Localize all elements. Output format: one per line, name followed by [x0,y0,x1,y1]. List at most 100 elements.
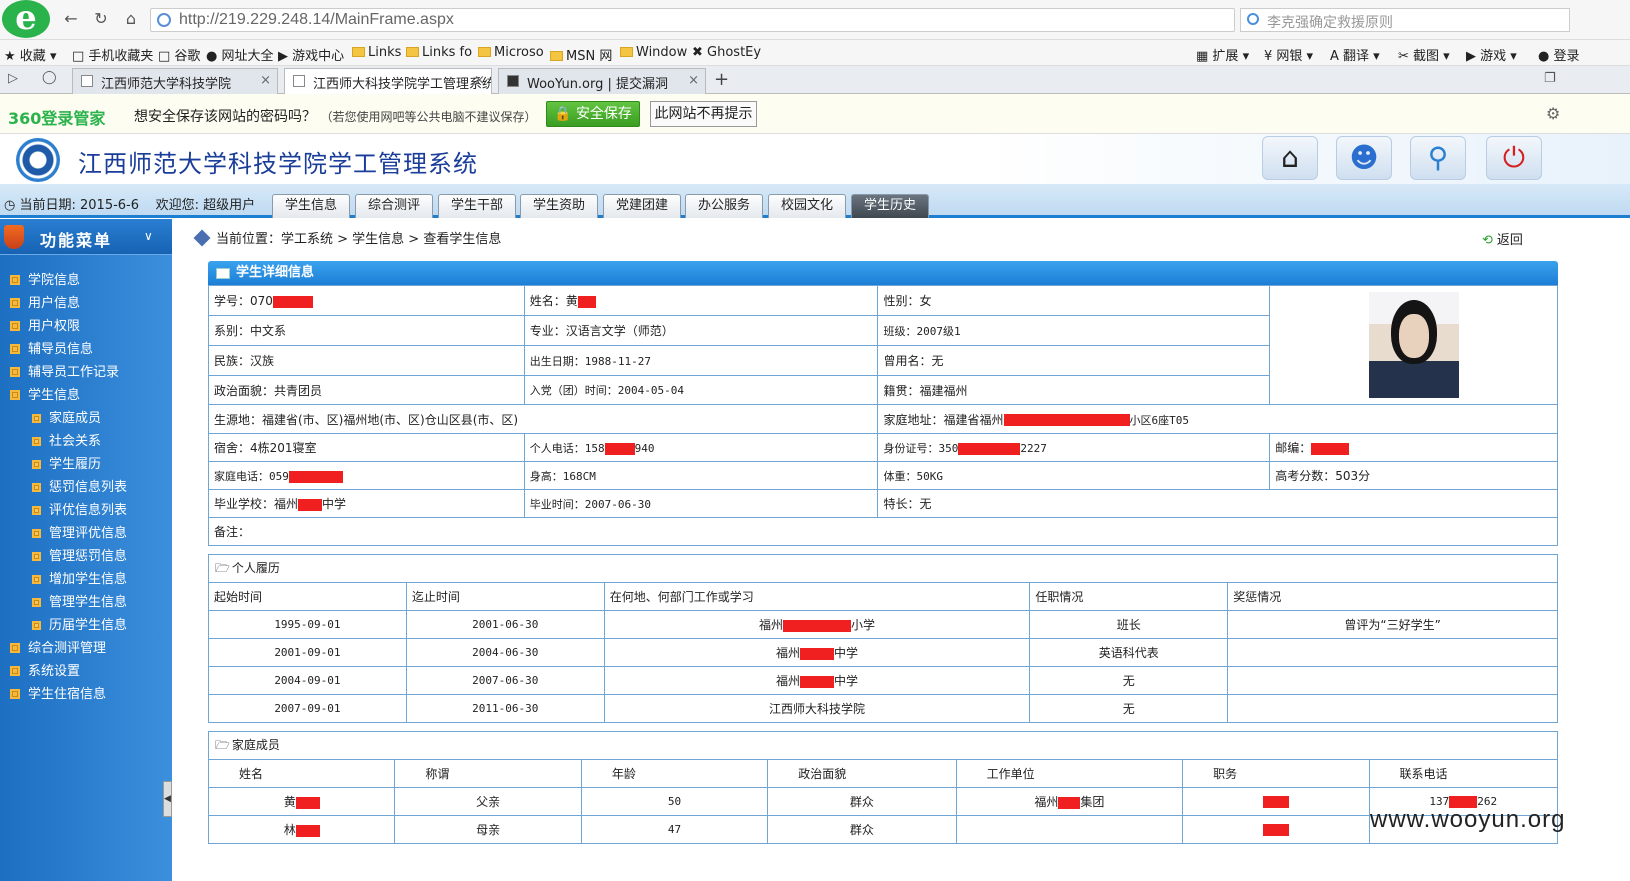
refresh-icon[interactable]: ↻ [90,8,112,30]
sidebar-item[interactable]: 学生信息 [10,384,80,403]
close-icon[interactable]: × [474,73,485,88]
tool-login[interactable]: ● 登录 [1538,45,1580,64]
family-header: 称谓 [394,759,582,788]
sidebar-item[interactable]: 辅导员信息 [10,338,93,357]
sidebar-item[interactable]: 增加学生信息 [32,568,127,587]
user-edit-icon[interactable]: ☻ [1336,136,1392,180]
breadcrumb-text: 当前位置：学工系统 > 学生信息 > 查看学生信息 [216,232,502,247]
resume-role: 班长 [1029,610,1229,639]
main-content: 当前位置：学工系统 > 学生信息 > 查看学生信息 ⟲ 返回 学生详细信息 学号：… [172,219,1630,881]
graduation-date: 毕业时间：2007-06-30 [523,489,879,518]
sidebar-item[interactable]: 系统设置 [10,660,80,679]
sidebar-item[interactable]: 评优信息列表 [32,499,127,518]
menu-tab-aid[interactable]: 学生资助 [520,194,598,218]
bookmark-item[interactable]: ✖ GhostEy [692,45,761,60]
tab-2[interactable]: 江西师大科技学院学工管理系统 × [284,68,492,95]
former-name: 曾用名：无 [877,345,1271,376]
sidebar-item[interactable]: 惩罚信息列表 [32,476,127,495]
resume-place-tail: 中学 [834,674,859,688]
tab-label: 江西师大科技学院学工管理系统 [313,77,492,92]
tab-1[interactable]: 江西师范大学科技学院 × [72,68,278,94]
bookmark-item[interactable]: □ 手机收藏夹 [72,45,153,64]
save-password-button[interactable]: 🔒 安全保存 [546,101,640,127]
close-icon[interactable]: × [688,73,699,88]
home-icon[interactable]: ⌂ [120,8,142,30]
menu-tab-evaluation[interactable]: 综合测评 [355,194,433,218]
bookmark-folder[interactable]: MSN 网 [550,45,612,64]
home-icon[interactable]: ⌂ [1262,136,1318,180]
menu-tab-history[interactable]: 学生历史 [851,194,929,218]
tool-extensions[interactable]: ▦ 扩展 ▾ [1196,45,1249,64]
sidebar-item[interactable]: 用户权限 [10,315,80,334]
bookmark-item[interactable]: ● 网址大全 [206,45,274,64]
family-header: 政治面貌 [767,759,957,788]
close-icon[interactable]: × [260,73,271,88]
back-icon[interactable]: ← [60,8,82,30]
menu-tab-cadres[interactable]: 学生干部 [438,194,516,218]
tool-banking[interactable]: ¥ 网银 ▾ [1264,45,1313,64]
new-tab-icon[interactable]: + [714,69,729,90]
menu-tab-student-info[interactable]: 学生信息 [272,194,350,218]
home-address: 家庭地址：福建省福州 小区6座T05 [877,404,1558,434]
search-icon[interactable]: ⚲ [1410,136,1466,180]
sidebar-item-label: 管理评优信息 [49,526,128,541]
menu-tab-party[interactable]: 党建团建 [603,194,681,218]
bookmark-label: 游戏中心 [292,49,345,64]
sidebar-item[interactable]: 综合测评管理 [10,637,106,656]
zip-text: 邮编： [1275,441,1312,455]
sidebar-item[interactable]: 学生履历 [32,453,101,472]
folder-icon [620,47,633,57]
sidebar-item[interactable]: 辅导员工作记录 [10,361,119,380]
browser-logo-icon[interactable]: e [2,0,50,38]
bookmark-item[interactable]: ▶ 游戏中心 [278,45,344,64]
app-title: 江西师范大学科技学院学工管理系统 [78,150,478,178]
native-place: 籍贯：福建福州 [877,375,1271,405]
menu-tab-culture[interactable]: 校园文化 [768,194,846,218]
sidebar-toggle-icon[interactable]: ▷ [8,71,18,86]
url-input[interactable]: http://219.229.248.14/MainFrame.aspx [150,8,1235,32]
sidebar-item[interactable]: 管理学生信息 [32,591,127,610]
back-link[interactable]: ⟲ 返回 [1482,229,1523,248]
sidebar-item[interactable]: 学生住宿信息 [10,683,106,702]
collapse-handle[interactable]: ◀ [163,781,172,817]
family-work: 福州 集团 [955,787,1184,816]
sidebar-item-label: 家庭成员 [49,411,102,426]
sidebar-item[interactable]: 社会关系 [32,430,101,449]
grid-icon [32,575,41,584]
browser-search-input[interactable]: 李克强确定救援原则 [1240,8,1570,32]
never-prompt-button[interactable]: 此网站不再提示 [650,101,757,127]
resume-end: 2001-06-30 [405,610,605,639]
sidebar-item[interactable]: 用户信息 [10,292,80,311]
family-work-text: 福州 [1034,795,1059,809]
tool-games[interactable]: ▶ 游戏 ▾ [1466,45,1517,64]
sidebar-item[interactable]: 管理惩罚信息 [32,545,127,564]
sidebar-item[interactable]: 历届学生信息 [32,614,127,633]
sidebar-item[interactable]: 家庭成员 [32,407,101,426]
tool-screenshot[interactable]: ✂ 截图 ▾ [1398,45,1450,64]
bookmark-favorites[interactable]: ★ 收藏 ▾ [4,45,56,64]
source-region: 生源地：福建省(市、区)福州地(市、区)仓山区县(市、区) [207,404,879,434]
history-icon[interactable]: ◯ [42,70,57,85]
resume-header: 迄止时间 [405,582,605,611]
menu-tab-office[interactable]: 办公服务 [685,194,763,218]
bookmark-folder[interactable]: Window [620,45,687,60]
school-tail: 中学 [322,497,347,511]
resume-start: 2007-09-01 [208,694,407,723]
tab-3[interactable]: WooYun.org | 提交漏洞 × [498,68,706,94]
bookmark-item[interactable]: □ 谷歌 [158,45,200,64]
bookmark-folder[interactable]: Links [352,45,401,60]
sidebar-item[interactable]: 管理评优信息 [32,522,127,541]
bookmark-folder[interactable]: Microso [478,45,544,60]
panel-title: 学生详细信息 [208,261,1558,285]
redaction [295,824,320,837]
chevron-down-icon[interactable]: ∨ [144,229,153,243]
gear-icon[interactable]: ⚙ [1546,104,1560,123]
photo-cell [1269,285,1558,405]
restore-tabs-icon[interactable]: ❐ [1544,71,1556,86]
sidebar-item[interactable]: 学院信息 [10,269,80,288]
power-icon[interactable]: ⏻ [1486,136,1542,180]
folder-icon [478,47,491,57]
tool-translate[interactable]: A 翻译 ▾ [1330,45,1380,64]
graduated-school: 毕业学校：福州 中学 [208,489,525,518]
bookmark-folder[interactable]: Links fo [406,45,472,60]
